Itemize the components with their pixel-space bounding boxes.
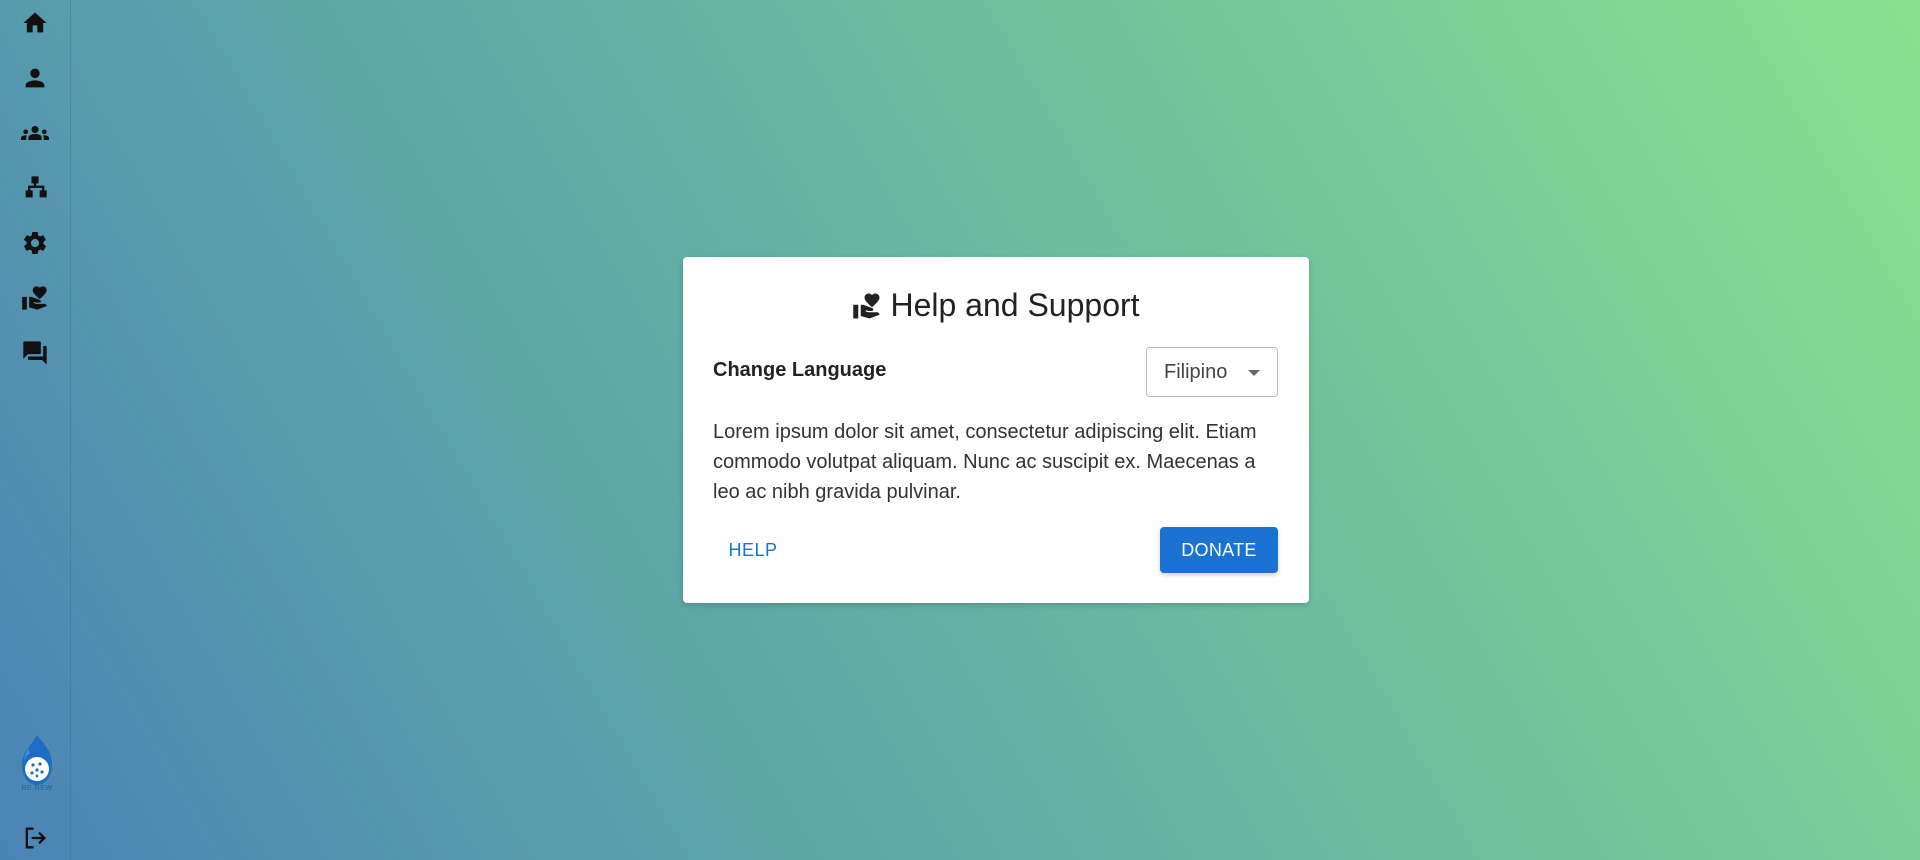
- gear-icon: [24, 232, 46, 254]
- sidebar-item-home[interactable]: [17, 5, 53, 41]
- donate-button[interactable]: DONATE: [1160, 527, 1278, 573]
- brand-logo: RE.NEW: [14, 733, 60, 797]
- sidebar-item-messages[interactable]: [17, 335, 53, 371]
- change-language-label: Change Language: [713, 359, 887, 381]
- sidebar-item-groups[interactable]: [17, 115, 53, 151]
- groups-icon: [21, 126, 49, 140]
- help-button[interactable]: HELP: [713, 527, 793, 573]
- sidebar: RE.NEW: [0, 0, 71, 860]
- help-support-dialog: Help and Support Change Language Filipin…: [683, 257, 1309, 603]
- home-icon: [23, 12, 47, 33]
- chat-icon: [23, 341, 47, 365]
- dialog-body-text: Lorem ipsum dolor sit amet, consectetur …: [713, 421, 1257, 503]
- sidebar-item-structure[interactable]: [17, 170, 53, 206]
- dialog-header: Help and Support: [683, 287, 1309, 324]
- logo-emblem: [22, 735, 52, 785]
- sidebar-item-settings[interactable]: [17, 225, 53, 261]
- org-chart-icon: [25, 176, 47, 198]
- person-icon: [25, 68, 45, 88]
- hand-heart-icon: [852, 291, 882, 321]
- chevron-down-icon: [1248, 370, 1260, 376]
- language-select-value: Filipino: [1164, 360, 1228, 383]
- dialog-title: Help and Support: [890, 287, 1140, 323]
- sidebar-item-help[interactable]: [17, 280, 53, 316]
- language-select[interactable]: Filipino: [1146, 347, 1278, 397]
- sidebar-item-profile[interactable]: [17, 60, 53, 96]
- logout-icon: [25, 827, 46, 849]
- logout-button[interactable]: [17, 820, 53, 856]
- hand-heart-icon: [22, 286, 47, 310]
- logo-text: RE.NEW: [21, 785, 53, 792]
